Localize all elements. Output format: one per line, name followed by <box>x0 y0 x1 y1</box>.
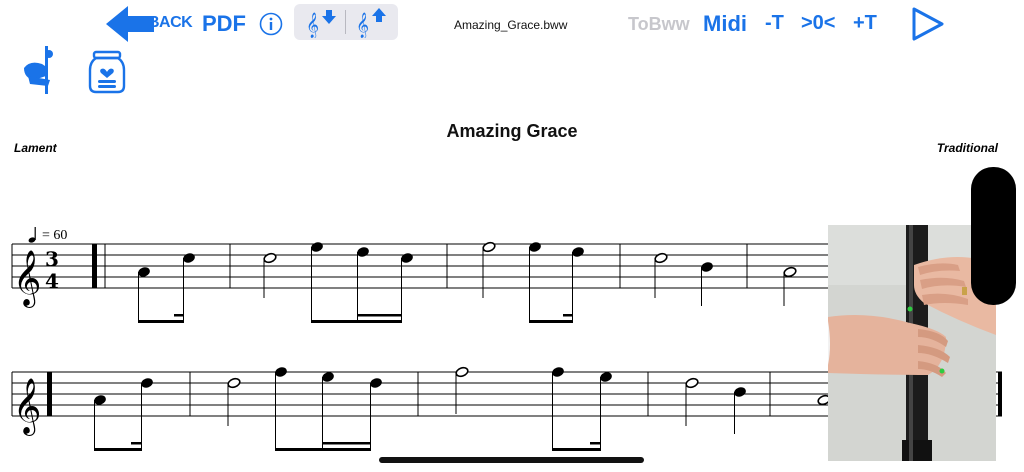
back-arrow-icon <box>106 6 154 42</box>
play-button[interactable] <box>910 6 946 42</box>
back-label: BACK <box>148 14 193 31</box>
info-button[interactable] <box>259 12 283 36</box>
score-title: Amazing Grace <box>446 121 578 141</box>
play-icon <box>912 7 944 41</box>
info-icon <box>259 12 283 36</box>
file-name: Amazing_Grace.bww <box>454 18 568 32</box>
pdf-button[interactable]: PDF <box>202 11 246 37</box>
tip-jar-button[interactable] <box>86 50 128 94</box>
svg-text:𝄞: 𝄞 <box>13 250 41 308</box>
svg-text:𝄞: 𝄞 <box>356 12 369 38</box>
tobww-button[interactable]: ToBww <box>628 14 690 35</box>
transpose-up-button[interactable]: 𝄞 <box>352 6 392 38</box>
svg-text:𝄞: 𝄞 <box>306 12 319 38</box>
back-button[interactable]: BACK <box>104 4 196 44</box>
transpose-down-button[interactable]: 𝄞 <box>302 6 342 38</box>
clef-arrow-up-icon: 𝄞 <box>356 8 386 38</box>
transpose-control: 𝄞 𝄞 <box>294 4 398 40</box>
svg-text:3: 3 <box>45 247 59 271</box>
tempo-up-button[interactable]: +T <box>853 12 877 35</box>
clef-arrow-down-icon: 𝄞 <box>306 10 336 38</box>
tempo-reset-button[interactable]: >0< <box>801 12 835 35</box>
svg-text:𝄞: 𝄞 <box>13 378 41 436</box>
bagpiper-button[interactable] <box>20 46 60 94</box>
home-indicator[interactable] <box>379 457 644 463</box>
midi-button[interactable]: Midi <box>703 11 747 37</box>
tip-jar-icon <box>88 50 126 94</box>
tempo-down-button[interactable]: -T <box>765 12 784 35</box>
scroll-handle[interactable] <box>971 167 1016 305</box>
svg-text:4: 4 <box>45 269 59 293</box>
bagpiper-icon <box>24 46 53 94</box>
transpose-divider <box>345 10 346 34</box>
tempo-type: Lament <box>14 141 57 155</box>
composer: Traditional <box>936 141 998 155</box>
